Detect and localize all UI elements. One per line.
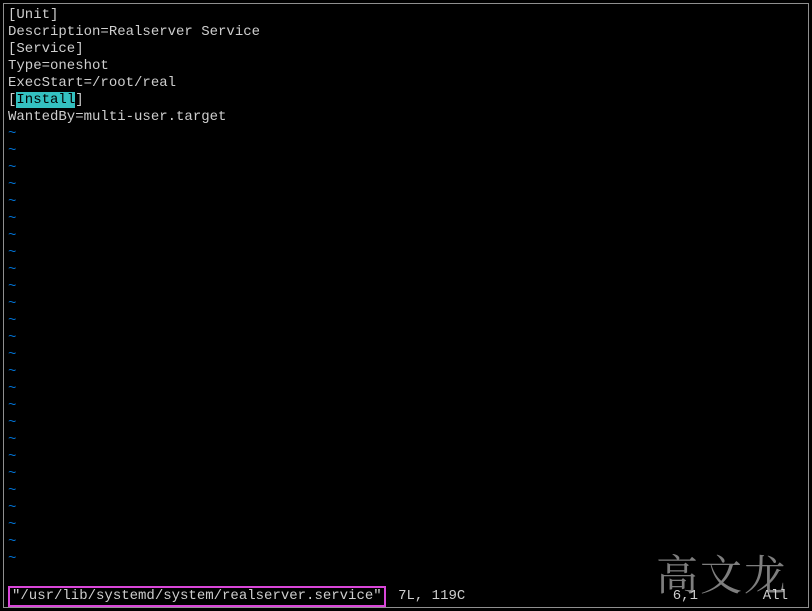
terminal-window[interactable]: [Unit]Description=Realserver Service[Ser… — [3, 3, 809, 608]
empty-line-tilde: ~ — [8, 160, 804, 177]
empty-line-tilde: ~ — [8, 483, 804, 500]
empty-line-tilde: ~ — [8, 381, 804, 398]
empty-line-tilde: ~ — [8, 330, 804, 347]
empty-line-tilde: ~ — [8, 432, 804, 449]
empty-line-tilde: ~ — [8, 313, 804, 330]
cursor-position: 6,1 — [673, 588, 698, 605]
file-info: 7L, 119C — [390, 588, 804, 605]
file-line: [Unit] — [8, 7, 804, 24]
empty-line-tilde: ~ — [8, 126, 804, 143]
scroll-indicator: All — [763, 588, 788, 605]
empty-line-tilde: ~ — [8, 347, 804, 364]
empty-line-tilde: ~ — [8, 534, 804, 551]
empty-line-tilde: ~ — [8, 398, 804, 415]
empty-line-tilde: ~ — [8, 262, 804, 279]
empty-line-tilde: ~ — [8, 143, 804, 160]
empty-line-tilde: ~ — [8, 245, 804, 262]
file-path-highlight: "/usr/lib/systemd/system/realserver.serv… — [8, 586, 386, 607]
empty-line-tilde: ~ — [8, 500, 804, 517]
editor-buffer[interactable]: [Unit]Description=Realserver Service[Ser… — [8, 7, 804, 568]
empty-line-tilde: ~ — [8, 364, 804, 381]
empty-line-tilde: ~ — [8, 211, 804, 228]
file-line: Type=oneshot — [8, 58, 804, 75]
empty-line-tilde: ~ — [8, 551, 804, 568]
empty-line-tilde: ~ — [8, 194, 804, 211]
cursor-line-highlight: Install — [16, 92, 75, 108]
empty-line-tilde: ~ — [8, 517, 804, 534]
file-line: WantedBy=multi-user.target — [8, 109, 804, 126]
file-line: [Install] — [8, 92, 804, 109]
empty-line-tilde: ~ — [8, 228, 804, 245]
empty-line-tilde: ~ — [8, 466, 804, 483]
empty-line-tilde: ~ — [8, 177, 804, 194]
file-line: Description=Realserver Service — [8, 24, 804, 41]
empty-line-tilde: ~ — [8, 449, 804, 466]
empty-line-tilde: ~ — [8, 279, 804, 296]
empty-line-tilde: ~ — [8, 415, 804, 432]
empty-line-tilde: ~ — [8, 296, 804, 313]
file-line: [Service] — [8, 41, 804, 58]
file-line: ExecStart=/root/real — [8, 75, 804, 92]
